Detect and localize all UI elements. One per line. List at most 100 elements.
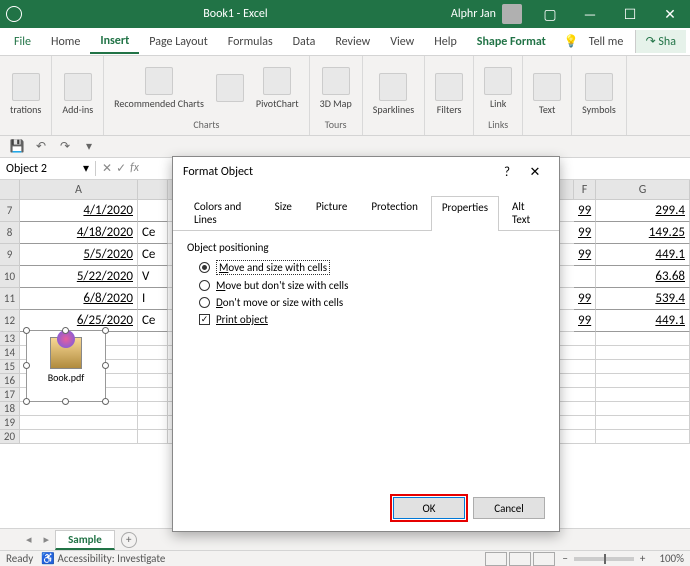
cell[interactable]: 6/8/2020 (20, 288, 138, 310)
tab-home[interactable]: Home (41, 31, 90, 53)
cancel-fx-icon[interactable]: ✕ (102, 161, 112, 176)
close-button[interactable]: ✕ (650, 0, 690, 28)
cell[interactable]: 99 (574, 222, 596, 244)
ok-button[interactable]: OK (393, 497, 465, 519)
tab-data[interactable]: Data (283, 31, 326, 53)
cell[interactable]: 99 (574, 288, 596, 310)
ribbon-button[interactable] (212, 72, 248, 104)
zoom-out-button[interactable]: − (562, 552, 567, 565)
row-header[interactable]: 20 (0, 430, 20, 444)
sheet-nav-next-icon[interactable]: ▸ (38, 533, 56, 546)
cell[interactable]: 539.4 (596, 288, 690, 310)
file-tab[interactable]: File (4, 31, 41, 53)
col-header-g[interactable]: G (596, 180, 690, 200)
dialog-tab-colors-and-lines[interactable]: Colors and Lines (183, 195, 262, 230)
row-header[interactable]: 14 (0, 346, 20, 360)
row-header[interactable]: 7 (0, 200, 20, 222)
cell[interactable]: 99 (574, 200, 596, 222)
radio-option[interactable]: Move but don't size with cells (187, 277, 545, 294)
ribbon-button[interactable]: Link (480, 65, 516, 112)
name-box[interactable]: Object 2▾ (0, 161, 96, 176)
dialog-tab-properties[interactable]: Properties (431, 196, 499, 231)
select-all-corner[interactable] (0, 180, 20, 200)
cell[interactable]: Ce (138, 310, 168, 332)
cell[interactable]: 99 (574, 244, 596, 266)
undo-icon[interactable]: ↶ (32, 138, 50, 156)
resize-handle[interactable] (23, 362, 30, 369)
chevron-down-icon[interactable]: ▾ (83, 161, 89, 176)
zoom-slider[interactable] (604, 554, 606, 564)
add-sheet-button[interactable]: + (121, 532, 137, 548)
ribbon-button[interactable]: 3D Map (316, 65, 356, 112)
col-header-f[interactable]: F (574, 180, 596, 200)
ribbon-button[interactable]: Add-ins (58, 71, 97, 118)
resize-handle[interactable] (23, 327, 30, 334)
ribbon-options-icon[interactable]: ▢ (530, 0, 570, 28)
row-header[interactable]: 16 (0, 374, 20, 388)
ribbon-button[interactable]: Text (529, 71, 565, 118)
ribbon-button[interactable]: PivotChart (252, 65, 303, 112)
embedded-object[interactable]: Book.pdf (26, 330, 106, 402)
ribbon-button[interactable]: Recommended Charts (110, 65, 208, 112)
ribbon-button[interactable]: Sparklines (369, 71, 418, 118)
row-header[interactable]: 18 (0, 402, 20, 416)
tellme-icon[interactable]: 💡 (564, 34, 579, 49)
row-header[interactable]: 19 (0, 416, 20, 430)
cancel-button[interactable]: Cancel (473, 497, 545, 519)
redo-icon[interactable]: ↷ (56, 138, 74, 156)
cell[interactable]: 4/18/2020 (20, 222, 138, 244)
cell[interactable]: 63.68 (596, 266, 690, 288)
tab-page-layout[interactable]: Page Layout (139, 31, 217, 53)
cell[interactable]: V (138, 266, 168, 288)
cell[interactable]: 99 (574, 310, 596, 332)
resize-handle[interactable] (102, 398, 109, 405)
share-button[interactable]: ↷ Sha (635, 30, 686, 53)
row-header[interactable]: 17 (0, 388, 20, 402)
zoom-in-button[interactable]: + (640, 552, 645, 565)
tab-formulas[interactable]: Formulas (218, 31, 283, 53)
ribbon-button[interactable]: Symbols (578, 71, 620, 118)
tab-view[interactable]: View (380, 31, 424, 53)
save-icon[interactable]: 💾 (8, 138, 26, 156)
cell[interactable]: 5/5/2020 (20, 244, 138, 266)
tab-review[interactable]: Review (325, 31, 380, 53)
row-header[interactable]: 8 (0, 222, 20, 244)
col-header-a[interactable]: A (20, 180, 138, 200)
enter-fx-icon[interactable]: ✓ (116, 161, 126, 176)
tab-help[interactable]: Help (424, 31, 467, 53)
sheet-tab[interactable]: Sample (55, 530, 115, 550)
col-header-b[interactable] (138, 180, 168, 200)
cell[interactable] (574, 266, 596, 288)
context-tab-shape-format[interactable]: Shape Format (467, 31, 556, 53)
row-header[interactable]: 11 (0, 288, 20, 310)
cell[interactable]: 449.1 (596, 244, 690, 266)
autosave-icon[interactable] (6, 6, 22, 22)
ribbon-button[interactable]: Filters (431, 71, 467, 118)
cell[interactable]: Ce (138, 244, 168, 266)
dialog-close-button[interactable]: ✕ (521, 165, 549, 180)
cell[interactable]: 6/25/2020 (20, 310, 138, 332)
cell[interactable]: 149.25 (596, 222, 690, 244)
tab-insert[interactable]: Insert (90, 30, 139, 54)
print-object-checkbox[interactable]: ✓ Print object (187, 311, 545, 328)
dialog-tab-protection[interactable]: Protection (360, 195, 429, 230)
maximize-button[interactable]: ☐ (610, 0, 650, 28)
resize-handle[interactable] (62, 398, 69, 405)
view-page-layout-icon[interactable] (509, 552, 531, 566)
row-header[interactable]: 12 (0, 310, 20, 332)
row-header[interactable]: 9 (0, 244, 20, 266)
cell[interactable]: 4/1/2020 (20, 200, 138, 222)
zoom-level[interactable]: 100% (659, 552, 684, 565)
view-normal-icon[interactable] (485, 552, 507, 566)
row-header[interactable]: 13 (0, 332, 20, 346)
row-header[interactable]: 15 (0, 360, 20, 374)
dialog-tab-size[interactable]: Size (264, 195, 303, 230)
accessibility-status[interactable]: ♿ Accessibility: Investigate (41, 552, 165, 565)
cell[interactable]: 449.1 (596, 310, 690, 332)
row-header[interactable]: 10 (0, 266, 20, 288)
ribbon-button[interactable]: trations (6, 71, 45, 118)
minimize-button[interactable]: — (570, 0, 610, 28)
radio-option[interactable]: Move and size with cells (187, 258, 545, 277)
dialog-tab-alt-text[interactable]: Alt Text (501, 195, 549, 230)
sheet-nav-prev-icon[interactable]: ◂ (20, 533, 38, 546)
